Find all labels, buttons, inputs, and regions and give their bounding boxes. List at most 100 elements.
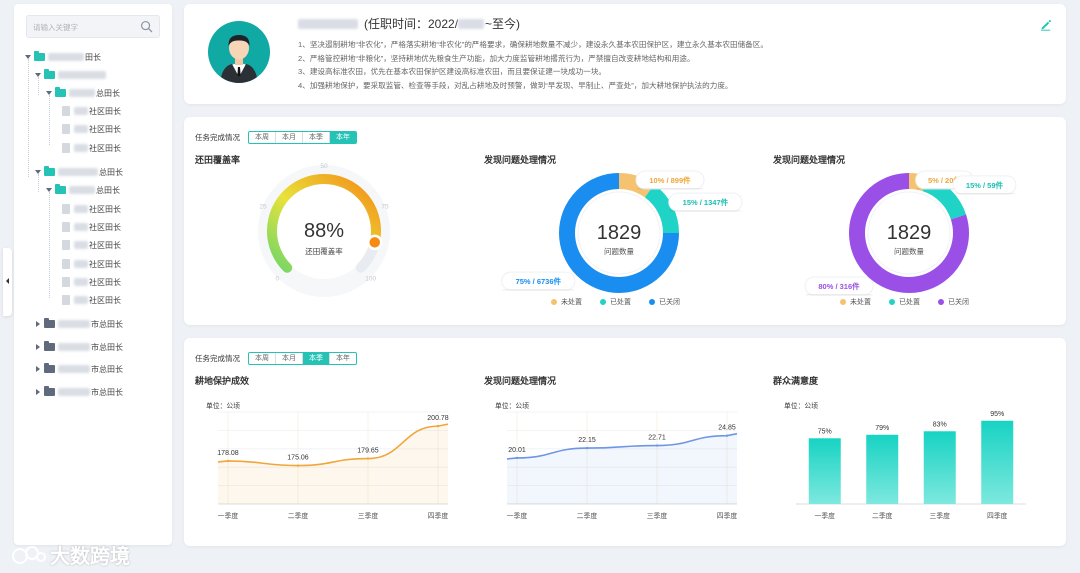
gauge-value: 88% xyxy=(304,220,344,242)
tree-node-label: 田长 xyxy=(85,52,101,62)
tree-node[interactable]: 总田长 xyxy=(34,164,123,180)
tenure-end: ~至今) xyxy=(485,17,521,31)
profile-title: (任职时间：2022/ ~至今) xyxy=(298,15,520,32)
tab-year[interactable]: 本年 xyxy=(330,353,356,364)
donut-label-pill: 15% / 1347件 xyxy=(668,192,743,212)
donut-segment-label: 10% / 899件 xyxy=(649,175,691,185)
folder-icon xyxy=(44,363,55,373)
x-tick-label: 四季度 xyxy=(717,511,738,520)
x-tick-label: 一季度 xyxy=(815,511,836,520)
tree-leaf-node[interactable]: 社区田长 xyxy=(62,201,121,217)
tree-node-label: 社区田长 xyxy=(89,259,121,269)
legend-item: 未处置 xyxy=(551,297,582,307)
arrow-left-icon xyxy=(6,278,9,284)
folder-icon xyxy=(44,69,55,79)
document-icon xyxy=(62,222,70,232)
data-label: 200.78 xyxy=(427,415,449,422)
tree-node[interactable]: 市总田长 xyxy=(34,316,123,332)
tree-node[interactable]: 市总田长 xyxy=(34,339,123,355)
caret-right-icon[interactable] xyxy=(34,365,42,373)
tab-quarter[interactable]: 本季 xyxy=(303,353,330,364)
data-label: 178.08 xyxy=(217,450,239,457)
tree-node-label: 市总田长 xyxy=(91,364,123,374)
redacted-region-name xyxy=(74,144,88,152)
tab-month[interactable]: 本月 xyxy=(276,353,303,364)
tab-week[interactable]: 本周 xyxy=(249,132,276,143)
tree-leaf-node[interactable]: 社区田长 xyxy=(62,140,121,156)
search-icon[interactable] xyxy=(140,20,153,33)
caret-down-icon[interactable] xyxy=(45,89,53,97)
data-label: 75% xyxy=(818,428,832,435)
tab-week[interactable]: 本周 xyxy=(249,353,276,364)
caret-right-icon[interactable] xyxy=(34,343,42,351)
legend-label: 已关闭 xyxy=(659,299,680,306)
legend-dot xyxy=(889,299,895,305)
caret-down-icon[interactable] xyxy=(34,71,42,79)
caret-down-icon[interactable] xyxy=(34,168,42,176)
data-point xyxy=(366,457,370,460)
caret-down-icon[interactable] xyxy=(24,53,32,61)
tree-node[interactable]: 总田长 xyxy=(45,182,120,198)
tab-quarter[interactable]: 本季 xyxy=(303,132,330,143)
data-point xyxy=(436,424,440,428)
tree-node[interactable]: 田长 xyxy=(24,49,101,65)
tree-leaf-node[interactable]: 社区田长 xyxy=(62,256,121,272)
farmland-protection-chart: 178.08 一季度 175.06 二季度 179.65 三季度 200.78 四季度 xyxy=(217,411,449,520)
tab-month[interactable]: 本月 xyxy=(276,132,303,143)
legend-dot xyxy=(840,299,846,305)
donut-label-pill: 75% / 6736件 xyxy=(501,271,576,291)
tab-year[interactable]: 本年 xyxy=(330,132,356,143)
tree-leaf-node[interactable]: 社区田长 xyxy=(62,292,121,308)
donut-total: 1829 xyxy=(887,222,932,244)
tenure-start: (任职时间：2022/ xyxy=(364,17,459,31)
duty-item: 3、建设高标准农田，优先在基本农田保护区建设高标准农田，而且要保证建一块成功一块… xyxy=(298,67,606,76)
legend-dot xyxy=(938,299,944,305)
search-input[interactable] xyxy=(33,19,137,35)
caret-down-icon[interactable] xyxy=(45,186,53,194)
tree-node[interactable] xyxy=(34,67,107,83)
tree-leaf-node[interactable]: 社区田长 xyxy=(62,274,121,290)
document-icon xyxy=(62,204,70,214)
legend-item: 已处置 xyxy=(600,297,631,307)
issue-donut-chart-2: 1829问题数量5% / 20件15% / 59件80% / 316件 xyxy=(804,170,1017,296)
data-label: 20.01 xyxy=(508,447,526,454)
tree-guide-line xyxy=(49,95,50,145)
donut-segment-label: 15% / 1347件 xyxy=(683,197,729,207)
tree-node-label: 市总田长 xyxy=(91,319,123,329)
chart3-title: 群众满意度 xyxy=(773,376,819,386)
donut-label-pill: 80% / 316件 xyxy=(804,276,874,296)
legend-item: 未处置 xyxy=(840,297,871,307)
redacted-region-name xyxy=(58,71,106,79)
x-tick-label: 三季度 xyxy=(358,511,379,520)
tree-node-label: 总田长 xyxy=(99,167,123,177)
redacted-region-name xyxy=(58,343,90,351)
tree-node-label: 市总田长 xyxy=(91,387,123,397)
edit-icon[interactable] xyxy=(1039,18,1052,31)
data-point xyxy=(725,434,729,437)
redacted-region-name xyxy=(48,53,84,61)
data-label: 22.71 xyxy=(648,435,666,442)
gauge-tick-label: 25 xyxy=(259,204,267,211)
caret-right-icon[interactable] xyxy=(34,320,42,328)
data-point xyxy=(296,464,300,467)
data-label: 83% xyxy=(933,421,947,428)
legend-item: 已关闭 xyxy=(938,297,969,307)
tree-node-label: 社区田长 xyxy=(89,124,121,134)
tree-node[interactable]: 总田长 xyxy=(45,85,120,101)
redacted-region-name xyxy=(74,223,88,231)
tree-node[interactable]: 市总田长 xyxy=(34,361,123,377)
data-label: 24.85 xyxy=(718,425,736,432)
tree-leaf-node[interactable]: 社区田长 xyxy=(62,237,121,253)
redacted-region-name xyxy=(58,168,98,176)
sidebar-collapse-handle[interactable] xyxy=(3,248,12,316)
caret-right-icon[interactable] xyxy=(34,388,42,396)
donut2-legend: 未处置 已处置 已关闭 xyxy=(840,297,969,307)
data-label: 95% xyxy=(990,411,1004,418)
x-tick-label: 一季度 xyxy=(218,511,239,520)
tree-leaf-node[interactable]: 社区田长 xyxy=(62,103,121,119)
legend-item: 已处置 xyxy=(889,297,920,307)
tree-leaf-node[interactable]: 社区田长 xyxy=(62,121,121,137)
tree-node[interactable]: 市总田长 xyxy=(34,384,123,400)
data-label: 79% xyxy=(875,425,889,432)
tree-leaf-node[interactable]: 社区田长 xyxy=(62,219,121,235)
